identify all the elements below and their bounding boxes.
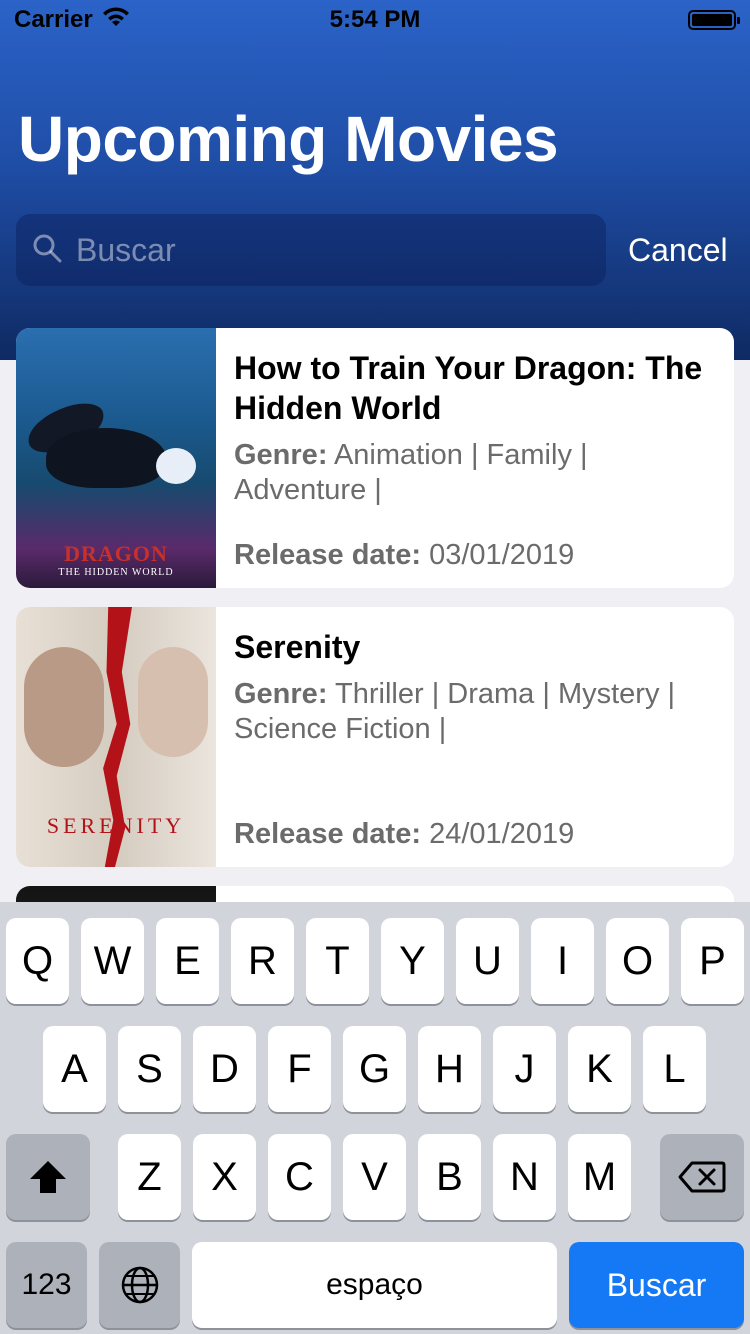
carrier-label: Carrier — [14, 6, 93, 33]
key-p[interactable]: P — [681, 918, 744, 1004]
movie-genre: Genre: Thriller | Drama | Mystery | Scie… — [234, 677, 718, 747]
movie-card-serenity[interactable]: SERENITY Serenity Genre: Thriller | Dram… — [16, 607, 734, 867]
key-t[interactable]: T — [306, 918, 369, 1004]
release-date: 24/01/2019 — [429, 818, 575, 850]
search-input[interactable] — [76, 220, 592, 280]
key-f[interactable]: F — [268, 1026, 331, 1112]
keyboard-row-3: Z X C V B N M — [0, 1134, 750, 1220]
movie-genre: Genre: Animation | Family | Adventure | — [234, 438, 718, 508]
key-q[interactable]: Q — [6, 918, 69, 1004]
key-b[interactable]: B — [418, 1134, 481, 1220]
key-u[interactable]: U — [456, 918, 519, 1004]
key-y[interactable]: Y — [381, 918, 444, 1004]
keyboard-row-1: Q W E R T Y U I O P — [0, 918, 750, 1004]
poster-title: SERENITY — [46, 813, 186, 838]
wifi-icon — [101, 6, 131, 35]
key-h[interactable]: H — [418, 1026, 481, 1112]
keyboard-row-2: A S D F G H J K L — [0, 1026, 750, 1112]
key-a[interactable]: A — [43, 1026, 106, 1112]
genre-label: Genre: — [234, 678, 328, 710]
key-m[interactable]: M — [568, 1134, 631, 1220]
key-j[interactable]: J — [493, 1026, 556, 1112]
backspace-icon — [678, 1161, 726, 1193]
movie-release: Release date: 24/01/2019 — [234, 818, 574, 851]
key-r[interactable]: R — [231, 918, 294, 1004]
status-bar: Carrier 5:54 PM — [0, 0, 750, 40]
movie-info: How to Train Your Dragon: The Hidden Wor… — [216, 328, 734, 588]
movie-release: Release date: 03/01/2019 — [234, 539, 574, 572]
key-k[interactable]: K — [568, 1026, 631, 1112]
globe-icon — [120, 1265, 160, 1305]
movie-list: DRAGON THE HIDDEN WORLD How to Train You… — [16, 328, 734, 965]
search-row: Cancel — [16, 214, 734, 286]
movie-title: Serenity — [234, 629, 361, 665]
key-w[interactable]: W — [81, 918, 144, 1004]
keyboard: Q W E R T Y U I O P A S D F G H J K L Z … — [0, 902, 750, 1334]
cancel-button[interactable]: Cancel — [628, 232, 728, 269]
poster-title: DRAGON — [64, 541, 168, 566]
key-x[interactable]: X — [193, 1134, 256, 1220]
genre-label: Genre: — [234, 439, 328, 471]
key-l[interactable]: L — [643, 1026, 706, 1112]
key-n[interactable]: N — [493, 1134, 556, 1220]
page-title: Upcoming Movies — [18, 103, 559, 175]
key-i[interactable]: I — [531, 918, 594, 1004]
release-label: Release date: — [234, 818, 421, 850]
movie-poster: SERENITY — [16, 607, 216, 867]
battery-icon — [688, 10, 740, 30]
release-label: Release date: — [234, 539, 421, 571]
search-icon — [30, 231, 64, 270]
space-key[interactable]: espaço — [192, 1242, 557, 1328]
key-v[interactable]: V — [343, 1134, 406, 1220]
keyboard-row-4: 123 espaço Buscar — [0, 1242, 750, 1328]
movie-title: How to Train Your Dragon: The Hidden Wor… — [234, 350, 703, 426]
key-s[interactable]: S — [118, 1026, 181, 1112]
key-z[interactable]: Z — [118, 1134, 181, 1220]
shift-key[interactable] — [6, 1134, 90, 1220]
release-date: 03/01/2019 — [429, 539, 575, 571]
movie-card-dragon[interactable]: DRAGON THE HIDDEN WORLD How to Train You… — [16, 328, 734, 588]
key-c[interactable]: C — [268, 1134, 331, 1220]
key-e[interactable]: E — [156, 918, 219, 1004]
backspace-key[interactable] — [660, 1134, 744, 1220]
search-bar[interactable] — [16, 214, 606, 286]
key-o[interactable]: O — [606, 918, 669, 1004]
poster-subtitle: THE HIDDEN WORLD — [58, 567, 174, 578]
numbers-key[interactable]: 123 — [6, 1242, 87, 1328]
movie-info: Serenity Genre: Thriller | Drama | Myste… — [216, 607, 734, 867]
header: Carrier 5:54 PM Upcoming Movies Canc — [0, 0, 750, 360]
shift-icon — [28, 1159, 68, 1195]
movie-poster: DRAGON THE HIDDEN WORLD — [16, 328, 216, 588]
search-return-key[interactable]: Buscar — [569, 1242, 744, 1328]
key-d[interactable]: D — [193, 1026, 256, 1112]
globe-key[interactable] — [99, 1242, 180, 1328]
key-g[interactable]: G — [343, 1026, 406, 1112]
